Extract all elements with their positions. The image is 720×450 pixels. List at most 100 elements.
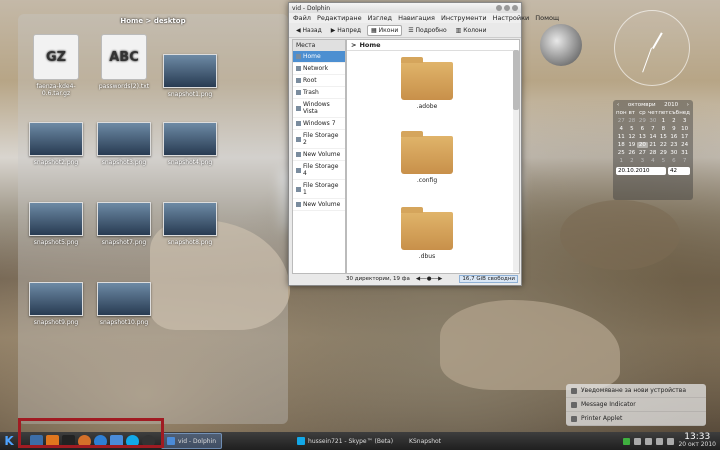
calendar-day[interactable]: 7 <box>679 158 690 164</box>
menu-tools[interactable]: Инструменти <box>441 14 487 22</box>
calendar-day[interactable]: 4 <box>648 158 659 164</box>
places-item-home[interactable]: Home <box>293 51 345 63</box>
back-button[interactable]: ◀ Назад <box>293 26 325 35</box>
calendar-day[interactable]: 1 <box>616 158 627 164</box>
calendar-month[interactable]: октомври <box>628 102 656 108</box>
volume-icon[interactable] <box>645 437 653 445</box>
zoom-slider[interactable]: ◀──●──▶ <box>416 276 443 282</box>
notify-item-printer[interactable]: Printer Applet <box>566 412 706 426</box>
desktop-file[interactable]: snapshot3.png <box>92 122 156 166</box>
places-item-network[interactable]: Network <box>293 63 345 75</box>
places-item-drive[interactable]: New Volume <box>293 149 345 161</box>
places-item-trash[interactable]: Trash <box>293 87 345 99</box>
calendar-day[interactable]: 5 <box>658 158 669 164</box>
places-item-drive[interactable]: Windows Vista <box>293 99 345 118</box>
calendar-day[interactable]: 25 <box>616 150 627 156</box>
kde-menu-icon[interactable]: K <box>2 434 16 448</box>
calendar-day[interactable]: 19 <box>627 142 638 148</box>
calendar-day[interactable]: 20 <box>637 142 648 148</box>
week-number[interactable]: 42 <box>668 167 690 175</box>
places-item-drive[interactable]: File Storage 2 <box>293 130 345 149</box>
folder-item[interactable]: .dbus <box>397 207 457 260</box>
icons-view-button[interactable]: ▦ Икони <box>367 24 403 36</box>
task-skype[interactable]: hussein721 - Skype™ (Beta) <box>292 434 398 448</box>
desktop-file[interactable]: GZ faenza-kde4-0.6.tar.gz <box>24 34 88 97</box>
calendar-day[interactable]: 1 <box>658 118 669 124</box>
calendar-day[interactable]: 12 <box>627 134 638 140</box>
columns-view-button[interactable]: ▥ Колони <box>453 26 490 35</box>
next-month-icon[interactable]: › <box>687 102 689 108</box>
prev-month-icon[interactable]: ‹ <box>617 102 619 108</box>
calendar-day[interactable]: 8 <box>658 126 669 132</box>
task-dolphin[interactable]: vid - Dolphin <box>161 433 223 449</box>
date-input[interactable]: 20.10.2010 <box>616 167 666 175</box>
calendar-day[interactable]: 22 <box>658 142 669 148</box>
calendar-day[interactable]: 5 <box>627 126 638 132</box>
calendar-day[interactable]: 2 <box>669 118 680 124</box>
places-item-drive[interactable]: File Storage 1 <box>293 180 345 199</box>
calendar-day[interactable]: 13 <box>637 134 648 140</box>
desktop-file[interactable]: snapshot5.png <box>24 202 88 246</box>
keyboard-icon[interactable] <box>667 437 675 445</box>
desktop-file[interactable]: snapshot2.png <box>24 122 88 166</box>
menu-view[interactable]: Изглед <box>368 14 392 22</box>
menu-help[interactable]: Помощ <box>535 14 559 22</box>
folder-item[interactable]: .config <box>397 131 457 184</box>
calendar-day[interactable]: 9 <box>669 126 680 132</box>
menu-file[interactable]: Файл <box>293 14 311 22</box>
menu-go[interactable]: Навигация <box>398 14 435 22</box>
calendar-day[interactable]: 28 <box>648 150 659 156</box>
update-icon[interactable] <box>623 437 631 445</box>
calendar-day[interactable]: 28 <box>627 118 638 124</box>
calendar-day[interactable]: 4 <box>616 126 627 132</box>
calendar-day[interactable]: 21 <box>648 142 659 148</box>
calendar-day[interactable]: 23 <box>669 142 680 148</box>
menu-edit[interactable]: Редактиране <box>317 14 362 22</box>
folder-item[interactable]: .adobe <box>397 57 457 110</box>
calendar-day[interactable]: 3 <box>637 158 648 164</box>
details-view-button[interactable]: ☰ Подробно <box>405 26 449 35</box>
calendar-day[interactable]: 30 <box>648 118 659 124</box>
calendar-day[interactable]: 16 <box>669 134 680 140</box>
calendar-day[interactable]: 27 <box>616 118 627 124</box>
places-item-drive[interactable]: File Storage 4 <box>293 161 345 180</box>
notify-item-devices[interactable]: Уведомяване за нови устройства <box>566 384 706 398</box>
calendar-day[interactable]: 24 <box>679 142 690 148</box>
desktop-file[interactable]: snapshot1.png <box>158 54 222 98</box>
calendar-day[interactable]: 15 <box>658 134 669 140</box>
menu-settings[interactable]: Настройки <box>493 14 530 22</box>
desktop-file[interactable]: snapshot4.png <box>158 122 222 166</box>
places-item-drive[interactable]: New Volume <box>293 199 345 211</box>
calendar-day[interactable]: 31 <box>679 150 690 156</box>
calendar-year[interactable]: 2010 <box>664 102 678 108</box>
calendar-day[interactable]: 2 <box>627 158 638 164</box>
calendar-day[interactable]: 14 <box>648 134 659 140</box>
calendar-day[interactable]: 29 <box>637 118 648 124</box>
network-icon[interactable] <box>634 437 642 445</box>
calendar-day[interactable]: 27 <box>637 150 648 156</box>
desktop-file[interactable]: snapshot9.png <box>24 282 88 326</box>
desktop-file[interactable]: snapshot8.png <box>158 202 222 246</box>
calendar-day[interactable]: 6 <box>637 126 648 132</box>
eject-icon[interactable] <box>656 437 664 445</box>
close-icon[interactable] <box>512 5 518 11</box>
calendar-day[interactable]: 11 <box>616 134 627 140</box>
forward-button[interactable]: ▶ Напред <box>328 26 364 35</box>
vertical-scrollbar[interactable] <box>513 50 519 272</box>
calendar-day[interactable]: 10 <box>679 126 690 132</box>
breadcrumb[interactable]: > Home <box>347 40 519 51</box>
places-item-root[interactable]: Root <box>293 75 345 87</box>
calendar-day[interactable]: 29 <box>658 150 669 156</box>
calendar-day[interactable]: 3 <box>679 118 690 124</box>
digital-clock[interactable]: 13:33 20 окт 2010 <box>678 433 716 449</box>
calendar-day[interactable]: 18 <box>616 142 627 148</box>
task-ksnapshot[interactable]: KSnapshot <box>404 434 446 448</box>
calendar-day[interactable]: 30 <box>669 150 680 156</box>
desktop-file[interactable]: ABC passwords(2).txt <box>92 34 156 90</box>
minimize-icon[interactable] <box>496 5 502 11</box>
calendar-day[interactable]: 6 <box>669 158 680 164</box>
notify-item-messages[interactable]: Message Indicator <box>566 398 706 412</box>
calendar-day[interactable]: 7 <box>648 126 659 132</box>
calendar-day[interactable]: 26 <box>627 150 638 156</box>
maximize-icon[interactable] <box>504 5 510 11</box>
